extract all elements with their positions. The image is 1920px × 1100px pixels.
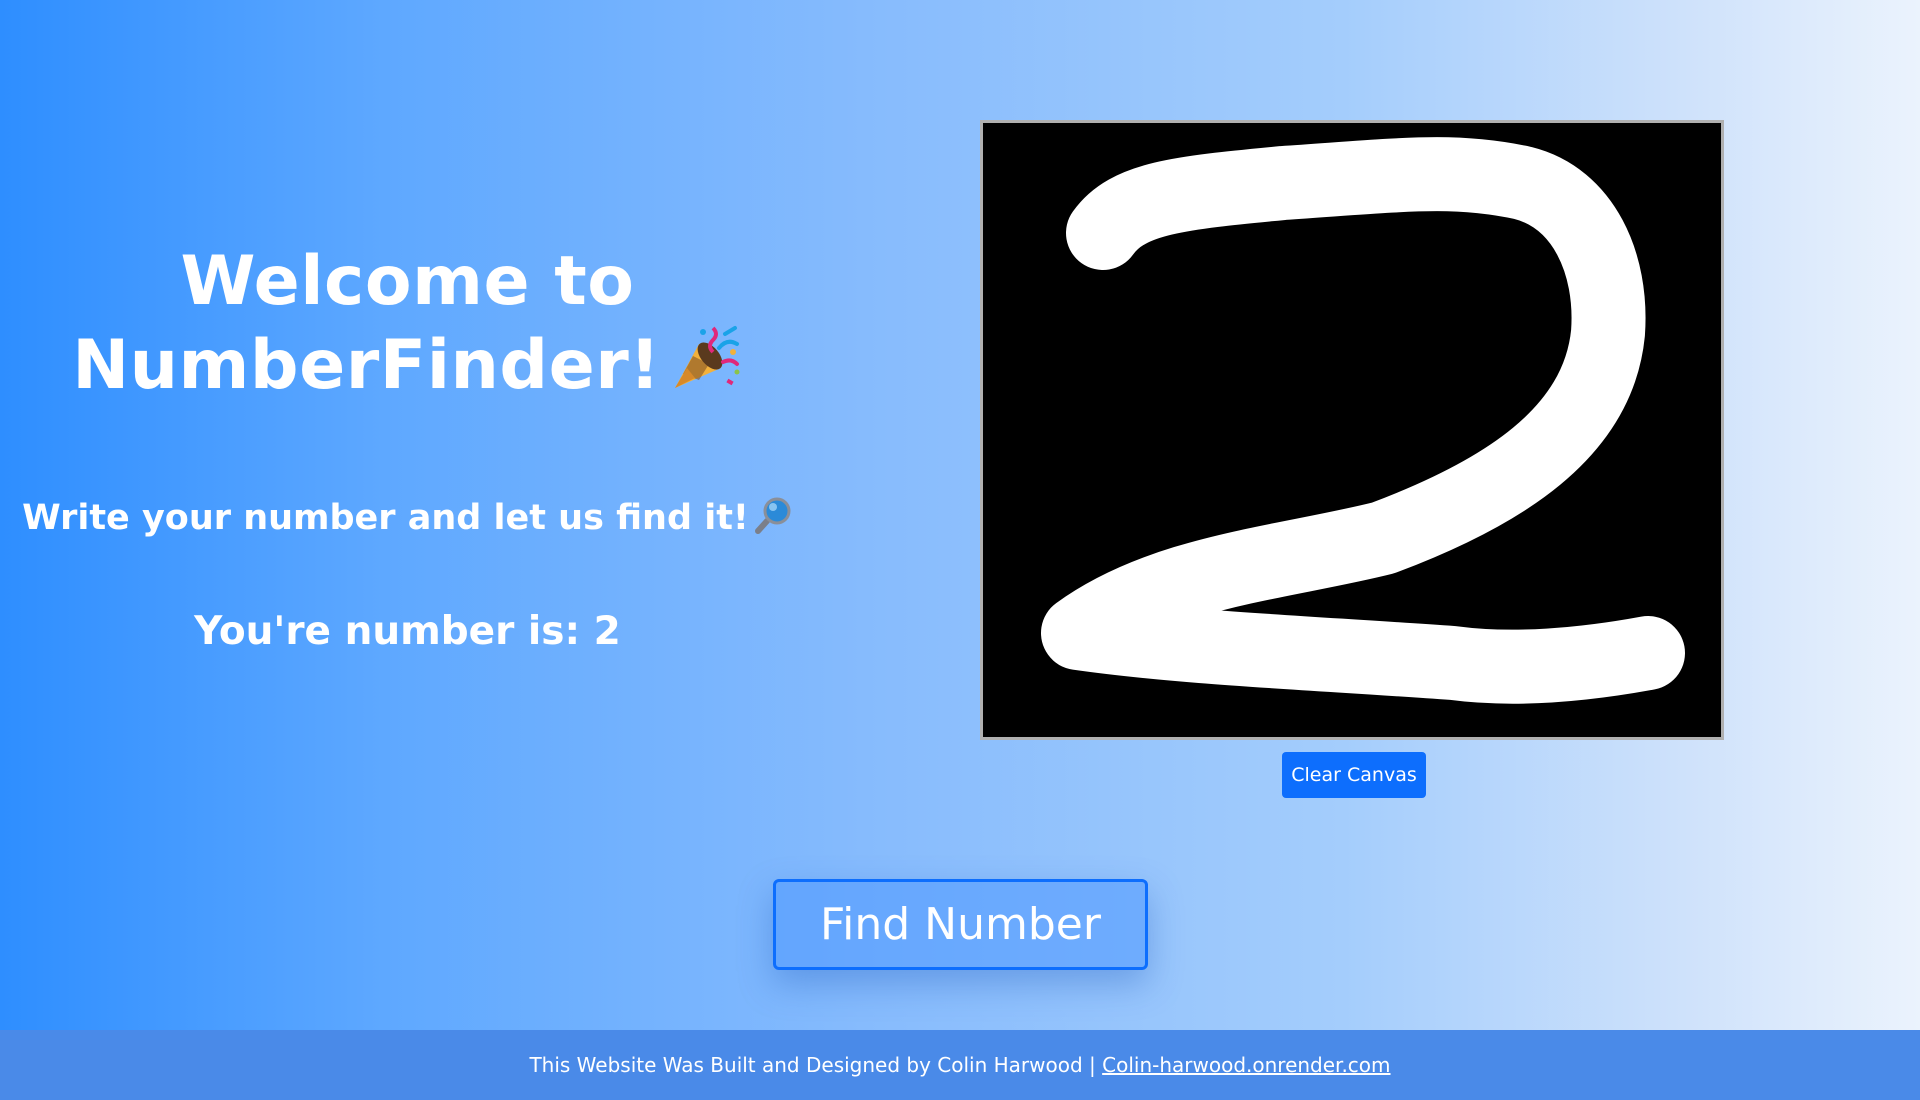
footer: This Website Was Built and Designed by C… (0, 1030, 1920, 1100)
page-title-line2: NumberFinder! (72, 326, 661, 405)
intro-panel: Welcome to NumberFinder! Write your numb… (0, 0, 815, 1030)
drawn-digit-stroke (1041, 137, 1685, 704)
footer-credit-text: This Website Was Built and Designed by C… (529, 1053, 1096, 1077)
page-title: Welcome to NumberFinder! (0, 240, 815, 408)
party-popper-icon (669, 324, 743, 394)
magnifying-glass-icon (753, 495, 793, 535)
instructions-label: Write your number and let us find it! (22, 498, 749, 538)
prediction-result: You're number is: 2 (194, 609, 621, 654)
page-title-line1: Welcome to (180, 242, 635, 321)
clear-canvas-button[interactable]: Clear Canvas (1282, 752, 1426, 798)
footer-link[interactable]: Colin-harwood.onrender.com (1102, 1053, 1390, 1077)
find-number-button[interactable]: Find Number (773, 879, 1148, 970)
drawing-canvas[interactable] (980, 120, 1724, 740)
instructions-text: Write your number and let us find it! (0, 494, 815, 542)
